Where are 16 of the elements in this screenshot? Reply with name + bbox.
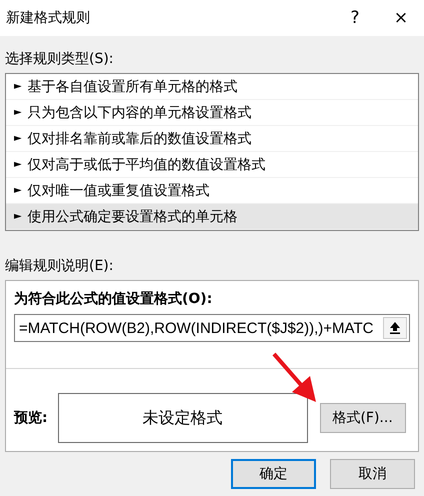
help-button[interactable]: ? [332, 0, 378, 36]
close-button[interactable]: × [378, 0, 424, 36]
collapse-button[interactable] [383, 317, 407, 339]
rule-type-item[interactable]: ► 使用公式确定要设置格式的单元格 [6, 204, 418, 230]
preview-box: 未设定格式 [58, 393, 308, 443]
formula-label: 为符合此公式的值设置格式(O): [14, 290, 212, 308]
formula-field[interactable]: =MATCH(ROW(B2),ROW(INDIRECT($J$2)),)+MATC [14, 314, 410, 342]
dialog-button[interactable]: 取消 [330, 459, 415, 489]
rule-type-label: 选择规则类型(S): [5, 50, 114, 68]
edit-description-label: 编辑规则说明(E): [5, 257, 114, 275]
preview-label: 预览: [14, 409, 48, 427]
upload-arrow-icon [390, 322, 400, 334]
dialog-button[interactable]: 确定 [231, 459, 316, 489]
format-button[interactable]: 格式(F)... [320, 403, 406, 433]
window-title: 新建格式规则 [6, 9, 91, 27]
pointer-arrow [272, 352, 318, 404]
